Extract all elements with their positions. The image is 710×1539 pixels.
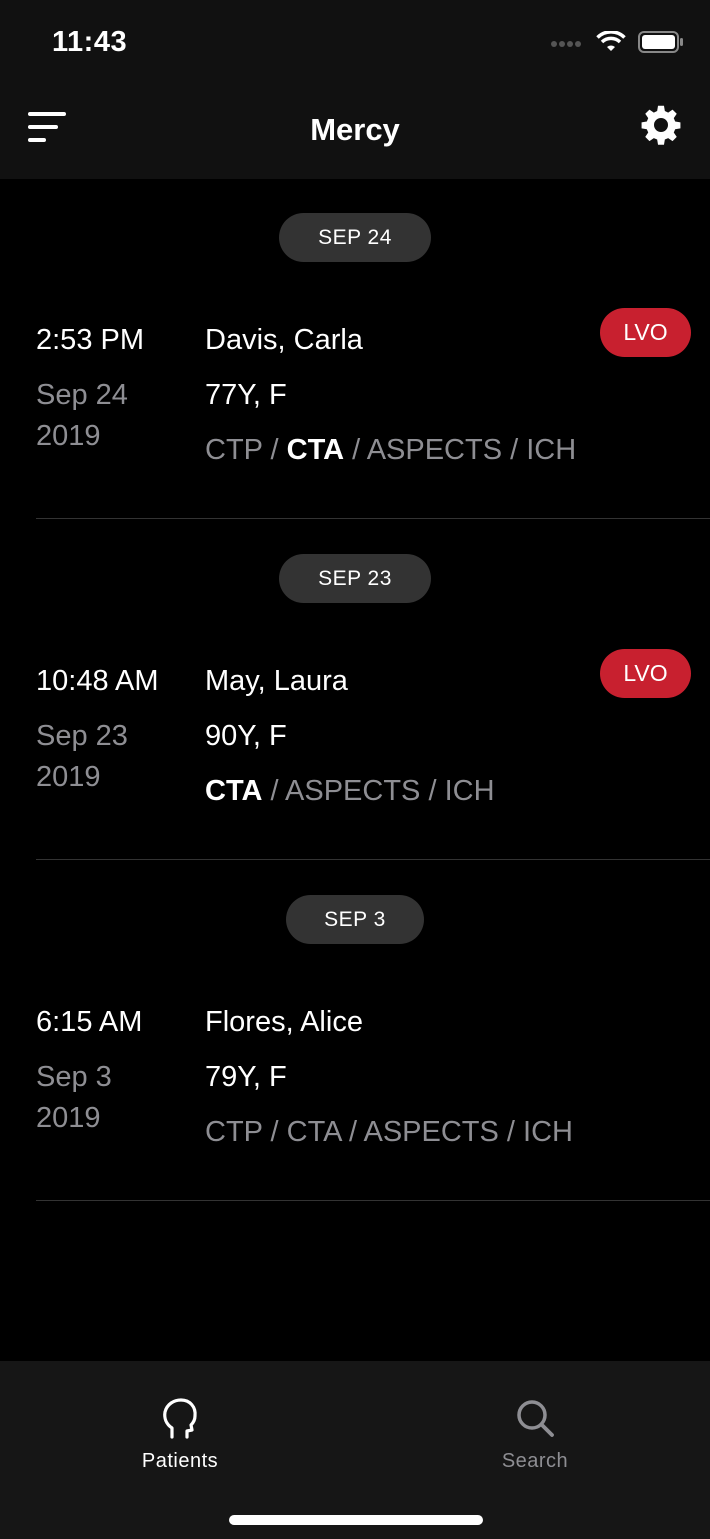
page-title: Mercy	[310, 112, 400, 147]
search-icon	[517, 1400, 554, 1437]
study-cta: CTA	[286, 434, 345, 466]
patient-name: Davis, Carla	[205, 324, 363, 356]
patient-demographics: 79Y, F	[205, 1061, 287, 1093]
study-time: 6:15 AM	[36, 1006, 143, 1038]
study-time: 2:53 PM	[36, 324, 144, 356]
study-year: 2019	[36, 420, 101, 452]
study-time: 10:48 AM	[36, 665, 159, 697]
study-cta: CTA	[286, 1116, 341, 1148]
study-date: Sep 24	[36, 379, 128, 411]
status-icons	[550, 29, 684, 58]
app-header: Mercy	[0, 90, 710, 179]
tab-patients[interactable]: Patients	[80, 1361, 280, 1481]
study-year: 2019	[36, 761, 101, 793]
study-ich: ICH	[523, 1116, 573, 1148]
head-icon	[163, 1398, 197, 1439]
study-date: Sep 23	[36, 720, 128, 752]
study-cta: CTA	[205, 775, 263, 807]
study-aspects: ASPECTS	[285, 775, 421, 807]
gear-icon	[641, 105, 681, 145]
study-modalities: CTP / CTA / ASPECTS / ICH	[205, 1116, 573, 1148]
study-modalities: CTA / ASPECTS / ICH	[205, 775, 495, 807]
settings-button[interactable]	[640, 104, 684, 148]
lvo-badge: LVO	[600, 308, 691, 357]
patient-list: SEP 24 2:53 PM Sep 24 2019 Davis, Carla …	[0, 179, 710, 1361]
tab-label: Patients	[141, 1450, 219, 1472]
tab-bar: Patients Search	[0, 1361, 710, 1539]
study-year: 2019	[36, 1102, 101, 1134]
study-ich: ICH	[526, 434, 577, 466]
tab-label: Search	[501, 1450, 569, 1472]
status-bar: 11:43	[0, 0, 710, 90]
patient-name: Flores, Alice	[205, 1006, 363, 1038]
divider	[36, 859, 710, 860]
tab-search[interactable]: Search	[435, 1361, 635, 1481]
battery-icon	[638, 30, 684, 58]
study-ich: ICH	[444, 775, 495, 807]
patient-name: May, Laura	[205, 665, 348, 697]
cellular-signal-icon	[550, 35, 584, 53]
divider	[36, 1200, 710, 1201]
wifi-icon	[596, 29, 626, 58]
patient-row[interactable]: 2:53 PM Sep 24 2019 Davis, Carla 77Y, F …	[0, 308, 710, 554]
study-ctp: CTP	[205, 434, 263, 466]
study-aspects: ASPECTS	[366, 434, 503, 466]
date-chip: SEP 3	[286, 895, 424, 944]
divider	[36, 518, 710, 519]
date-chip: SEP 24	[279, 213, 431, 262]
status-time: 11:43	[52, 26, 128, 58]
lvo-badge: LVO	[600, 649, 691, 698]
study-modalities: CTP / CTA / ASPECTS / ICH	[205, 434, 577, 466]
study-date: Sep 3	[36, 1061, 112, 1093]
patient-row[interactable]: 6:15 AM Sep 3 2019 Flores, Alice 79Y, F …	[0, 1006, 710, 1236]
study-ctp: CTP	[205, 1116, 263, 1148]
patient-demographics: 77Y, F	[205, 379, 287, 411]
home-indicator[interactable]	[229, 1515, 483, 1525]
study-aspects: ASPECTS	[363, 1116, 499, 1148]
patient-row[interactable]: 10:48 AM Sep 23 2019 May, Laura 90Y, F C…	[0, 649, 710, 895]
date-chip: SEP 23	[279, 554, 431, 603]
patient-demographics: 90Y, F	[205, 720, 287, 752]
